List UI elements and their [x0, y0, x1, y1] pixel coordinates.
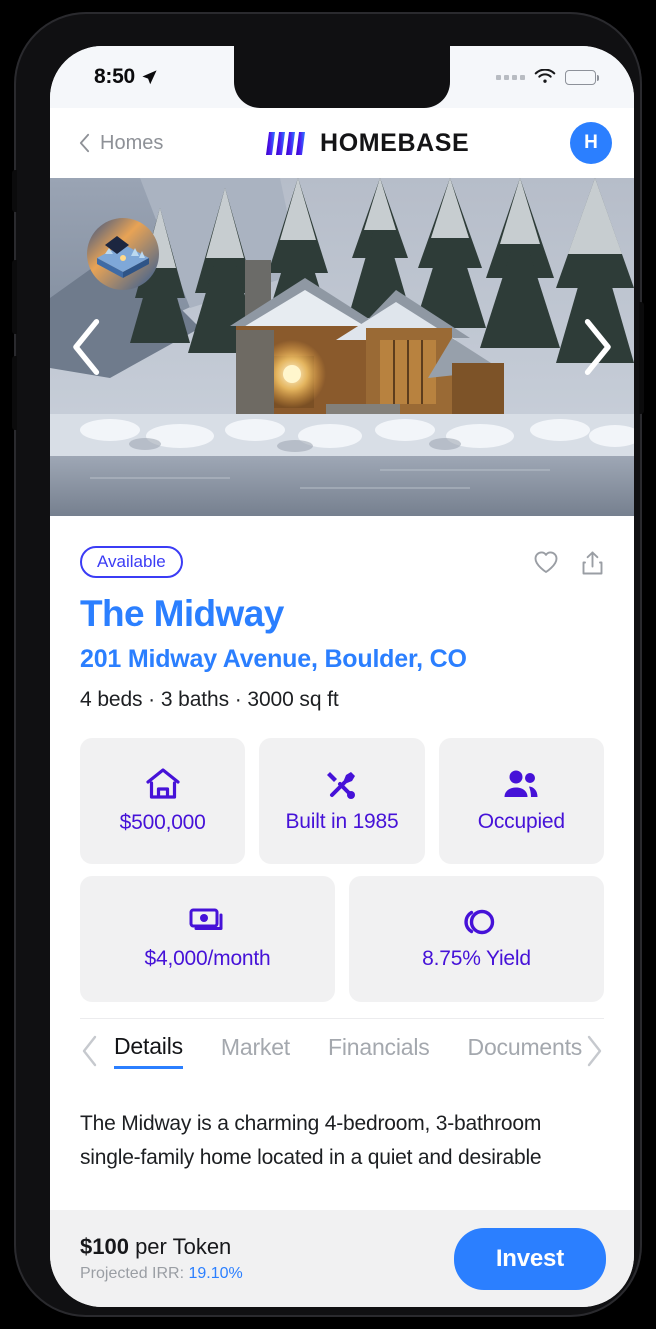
tab-market[interactable]: Market — [221, 1034, 290, 1067]
projected-irr-value: 19.10% — [188, 1265, 243, 1282]
coins-icon — [463, 909, 494, 934]
stat-row-bottom: $4,000/month 8.75% Yield — [80, 875, 604, 1002]
stat-card-price: $500,000 — [80, 737, 246, 864]
token-price-block: $100 per Token Projected IRR: 19.10% — [80, 1234, 243, 1283]
status-clock: 8:50 — [94, 65, 158, 89]
stat-label: $4,000/month — [144, 946, 271, 970]
property-address: 201 Midway Avenue, Boulder, CO — [80, 644, 467, 673]
stat-card-occupancy: Occupied — [438, 737, 604, 864]
clock-time: 8:50 — [94, 65, 135, 88]
invest-button[interactable]: Invest — [453, 1227, 606, 1290]
location-arrow-icon — [142, 69, 157, 84]
chevron-left-icon — [79, 133, 90, 153]
thumbnail-art — [87, 218, 159, 290]
notch — [234, 46, 450, 108]
invest-action-bar: $100 per Token Projected IRR: 19.10% Inv… — [50, 1210, 634, 1307]
tab-list[interactable]: Details Market Financials Documents — [100, 1033, 584, 1069]
tabs-prev-chevron-icon[interactable] — [80, 1034, 100, 1068]
section-tab-bar: Details Market Financials Documents — [80, 1017, 604, 1069]
homebase-logo-icon — [266, 131, 306, 155]
hero-image-carousel[interactable] — [50, 178, 634, 516]
brand-wordmark: HOMEBASE — [320, 128, 470, 157]
cash-icon — [189, 908, 222, 930]
stat-label: $500,000 — [119, 810, 206, 834]
tools-icon — [326, 771, 355, 799]
projected-irr-label: Projected IRR: — [80, 1265, 189, 1282]
silent-switch-button[interactable] — [12, 170, 17, 212]
back-to-homes-link[interactable]: Homes — [78, 132, 163, 155]
stat-label: 8.75% Yield — [422, 946, 531, 970]
chevron-right-icon — [584, 319, 611, 375]
phone-screen: 8:50 Homes HOMEBASE H Available The Midw… — [50, 46, 634, 1307]
stat-row-top: $500,000 Built in 1985 Occupied — [80, 737, 604, 864]
hero-next-button[interactable] — [574, 317, 620, 377]
phone-device-frame: 8:50 Homes HOMEBASE H Available The Midw… — [12, 12, 644, 1317]
property-description: The Midway is a charming 4-bedroom, 3-ba… — [80, 1111, 542, 1169]
share-icon[interactable] — [581, 550, 604, 576]
app-navigation-bar: Homes HOMEBASE H — [50, 108, 634, 178]
chevron-left-icon — [73, 319, 100, 375]
people-icon — [504, 770, 538, 797]
power-button[interactable] — [639, 302, 644, 414]
page-title: The Midway — [80, 593, 284, 634]
battery-icon — [565, 69, 599, 85]
heart-icon[interactable] — [533, 550, 559, 575]
tab-financials[interactable]: Financials — [328, 1034, 430, 1067]
stat-label: Built in 1985 — [285, 809, 399, 833]
status-badge: Available — [80, 546, 183, 578]
tab-details[interactable]: Details — [114, 1033, 183, 1069]
isometric-property-thumbnail[interactable] — [87, 218, 159, 290]
signal-dots-icon — [496, 74, 525, 80]
token-price-line: $100 per Token — [80, 1234, 243, 1260]
tabs-next-chevron-icon[interactable] — [584, 1034, 604, 1068]
status-and-actions-row: Available — [80, 516, 604, 578]
avatar[interactable]: H — [570, 122, 612, 164]
status-bar: 8:50 — [50, 46, 634, 108]
status-indicators — [496, 69, 599, 85]
screenshot-root: 8:50 Homes HOMEBASE H Available The Midw… — [0, 0, 656, 1329]
projected-irr-line: Projected IRR: 19.10% — [80, 1265, 243, 1283]
back-label: Homes — [100, 131, 164, 154]
stat-label: Occupied — [477, 809, 565, 833]
tab-documents[interactable]: Documents — [468, 1034, 583, 1067]
property-specs: 4 beds · 3 baths · 3000 sq ft — [80, 687, 339, 711]
brand-logo: HOMEBASE — [264, 129, 469, 158]
wifi-icon — [534, 69, 556, 83]
property-stat-cards: $500,000 Built in 1985 Occupied $4,000/m… — [80, 737, 604, 1002]
home-icon — [146, 768, 180, 799]
stat-card-year-built: Built in 1985 — [259, 737, 425, 864]
avatar-initial: H — [584, 132, 598, 153]
property-content: Available The Midway 201 Midway Avenue, — [50, 516, 634, 1175]
stat-card-rent: $4,000/month — [80, 875, 335, 1002]
stat-card-yield: 8.75% Yield — [349, 875, 604, 1002]
token-price-amount: $100 — [80, 1234, 129, 1259]
volume-down-button[interactable] — [12, 356, 17, 430]
volume-up-button[interactable] — [12, 260, 17, 334]
property-actions — [533, 546, 604, 576]
hero-prev-button[interactable] — [64, 317, 110, 377]
token-price-suffix: per Token — [128, 1234, 232, 1259]
